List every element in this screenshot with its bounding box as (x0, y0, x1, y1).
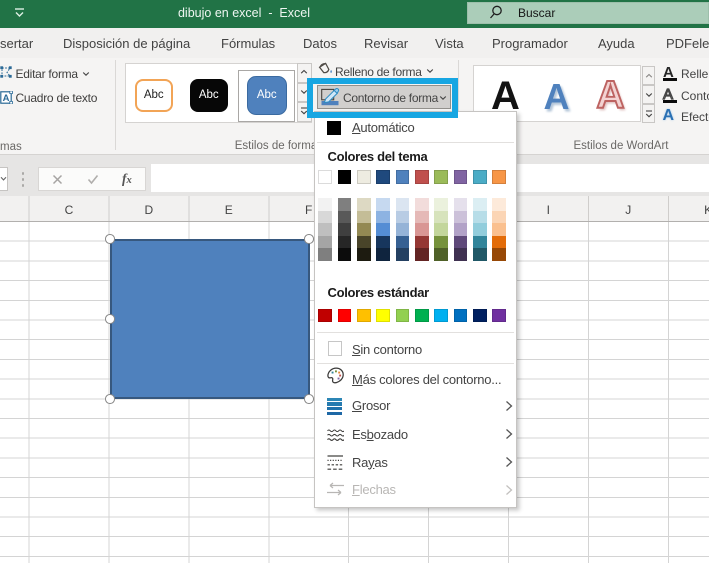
svg-text:A: A (3, 93, 10, 104)
